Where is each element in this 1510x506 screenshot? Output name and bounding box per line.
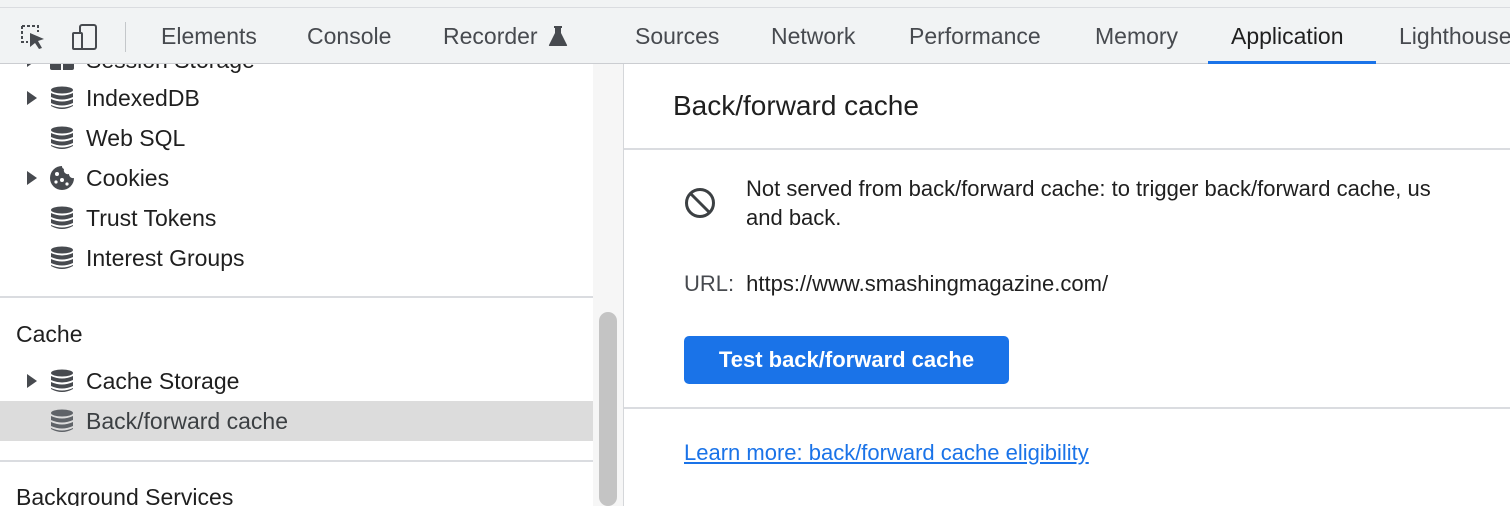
sidebar-item-interest-groups[interactable]: Interest Groups: [0, 238, 593, 278]
test-bfcache-button[interactable]: Test back/forward cache: [684, 336, 1009, 384]
expand-arrow-icon[interactable]: [27, 171, 37, 185]
tab-recorder-label: Recorder: [443, 22, 538, 49]
section-title-background-services: Background Services: [16, 484, 234, 506]
expand-arrow-icon[interactable]: [27, 91, 37, 105]
sidebar-item-label: Cache Storage: [86, 367, 240, 394]
toolbar-separator: [125, 22, 126, 52]
back-forward-cache-panel: Back/forward cache Not served from back/…: [624, 64, 1510, 506]
window-top-strip: [0, 0, 1510, 8]
sidebar-item-label: Web SQL: [86, 124, 186, 151]
sidebar-item-indexeddb[interactable]: IndexedDB: [0, 78, 593, 118]
tab-console[interactable]: Console: [307, 8, 391, 64]
section-divider: [624, 407, 1510, 409]
sidebar-item-label: Session Storage: [86, 64, 255, 74]
database-icon: [51, 86, 73, 109]
device-toolbar-icon[interactable]: [70, 22, 100, 52]
tab-application[interactable]: Application: [1231, 8, 1344, 64]
expand-arrow-icon[interactable]: [27, 64, 37, 67]
tab-network[interactable]: Network: [771, 8, 855, 64]
expand-arrow-icon[interactable]: [27, 374, 37, 388]
sidebar-item-label: Trust Tokens: [86, 204, 217, 231]
blocked-icon: [685, 188, 715, 218]
status-line: Not served from back/forward cache: to t…: [746, 176, 1431, 201]
sidebar-scrollbar-thumb[interactable]: [599, 312, 617, 506]
database-icon: [51, 246, 73, 269]
section-title-cache: Cache: [16, 321, 83, 347]
sidebar-item-back-forward-cache[interactable]: Back/forward cache: [0, 401, 593, 441]
database-icon: [51, 206, 73, 229]
database-icon: [51, 409, 73, 432]
page-title: Back/forward cache: [673, 90, 919, 121]
application-sidebar: Session Storage IndexedDB Web SQL Co: [0, 64, 593, 506]
bfcache-status-message: Not served from back/forward cache: to t…: [746, 174, 1510, 232]
sidebar-item-label: IndexedDB: [86, 84, 200, 111]
database-icon: [51, 369, 73, 392]
tab-sources[interactable]: Sources: [635, 8, 719, 64]
database-icon: [51, 126, 73, 149]
sidebar-item-trust-tokens[interactable]: Trust Tokens: [0, 198, 593, 238]
sidebar-item-web-sql[interactable]: Web SQL: [0, 118, 593, 158]
sidebar-item-cache-storage[interactable]: Cache Storage: [0, 361, 593, 401]
inspect-element-icon[interactable]: [18, 22, 48, 52]
title-divider: [624, 148, 1510, 150]
sidebar-item-label: Cookies: [86, 164, 170, 191]
tab-performance[interactable]: Performance: [909, 8, 1041, 64]
grid-storage-icon: [50, 64, 74, 70]
sidebar-item-label: Back/forward cache: [86, 407, 288, 434]
section-divider: [0, 296, 593, 298]
sidebar-item-cookies[interactable]: Cookies: [0, 158, 593, 198]
tab-memory[interactable]: Memory: [1095, 8, 1178, 64]
tab-recorder[interactable]: Recorder: [443, 8, 568, 64]
url-label: URL:: [684, 271, 735, 296]
sidebar-item-label: Interest Groups: [86, 244, 245, 271]
url-value: https://www.smashingmagazine.com/: [746, 271, 1109, 296]
status-line: and back.: [746, 205, 842, 230]
flask-icon: [548, 25, 568, 47]
learn-more-link[interactable]: Learn more: back/forward cache eligibili…: [684, 440, 1089, 466]
section-divider: [0, 460, 593, 462]
url-row: URL: https://www.smashingmagazine.com/: [684, 271, 1108, 297]
tab-lighthouse[interactable]: Lighthouse: [1399, 8, 1510, 64]
cookie-icon: [50, 166, 74, 190]
devtools-toolbar: Elements Console Recorder Sources Networ…: [0, 8, 1510, 64]
tab-elements[interactable]: Elements: [161, 8, 257, 64]
